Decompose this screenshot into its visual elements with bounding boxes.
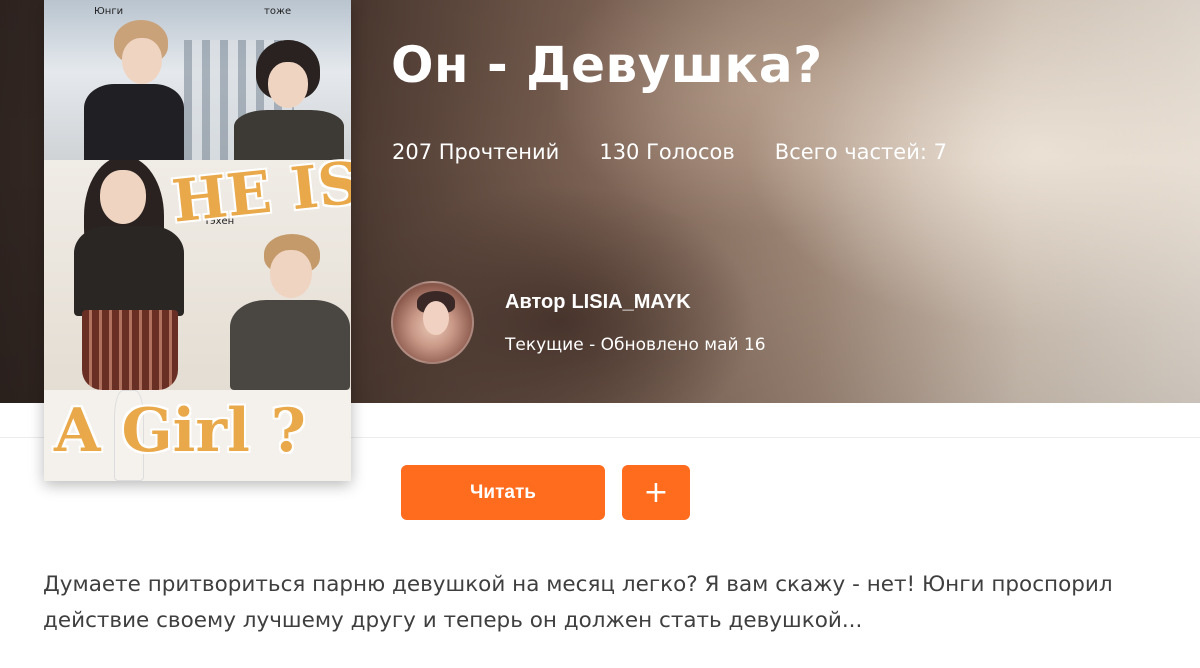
author-line: Автор LISIA_MAYK	[505, 291, 691, 314]
cover-title-bottom: A Girl ?	[54, 396, 306, 466]
avatar-face	[423, 301, 449, 335]
author-prefix: Автор	[505, 291, 566, 313]
cover-note: тоже	[264, 6, 292, 17]
plus-icon: +	[643, 475, 669, 510]
story-title: Он - Девушка?	[391, 36, 823, 94]
cover-figure-face	[270, 250, 312, 298]
story-status: Текущие - Обновлено май 16	[505, 335, 766, 355]
cover-figure-face	[268, 62, 308, 108]
cover-figure-face	[100, 170, 146, 224]
reads-count: 207 Прочтений	[392, 140, 560, 164]
book-cover[interactable]: Юнги тоже Тэхён HE IS A Girl ?	[44, 0, 351, 481]
author-name-link[interactable]: LISIA_MAYK	[571, 291, 690, 314]
votes-count: 130 Голосов	[599, 140, 735, 164]
cover-figure-skirt	[82, 310, 178, 390]
cover-figure-body	[74, 226, 184, 316]
story-description: Думаете притвориться парню девушкой на м…	[43, 572, 1113, 633]
cover-top-panel: Юнги тоже	[44, 0, 351, 160]
author-avatar[interactable]	[391, 281, 474, 364]
cover-figure-body	[84, 84, 184, 160]
read-button[interactable]: Читать	[401, 465, 605, 520]
cover-figure-face	[122, 38, 162, 84]
story-stats: 207 Прочтений 130 Голосов Всего частей: …	[392, 140, 947, 164]
add-to-list-button[interactable]: +	[622, 465, 690, 520]
parts-count: Всего частей: 7	[774, 140, 947, 164]
cover-figure-body	[230, 300, 350, 390]
cover-note: Юнги	[94, 6, 124, 17]
